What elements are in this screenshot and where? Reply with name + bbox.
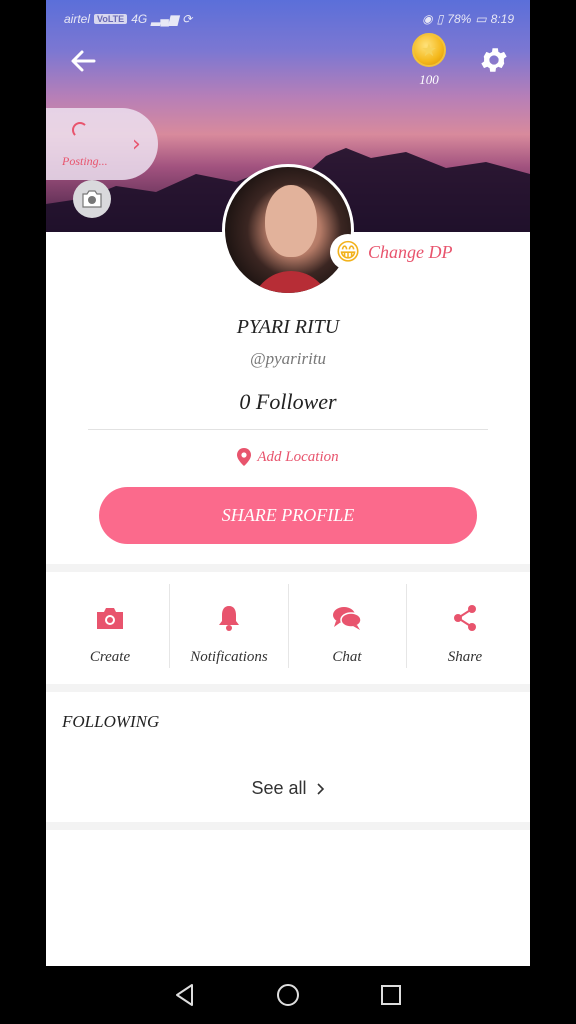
- change-cover-button[interactable]: [73, 180, 111, 218]
- grin-emoji-icon[interactable]: 😁: [330, 234, 366, 270]
- notifications-label: Notifications: [190, 649, 268, 665]
- following-section: FOLLOWING See all: [46, 692, 530, 822]
- divider: [88, 429, 488, 430]
- nav-back-icon[interactable]: [170, 980, 200, 1010]
- following-title: FOLLOWING: [62, 712, 160, 731]
- notifications-action[interactable]: Notifications: [170, 572, 288, 684]
- nav-recents-icon[interactable]: [376, 980, 406, 1010]
- share-label: Share: [447, 649, 483, 665]
- spinner-icon: [72, 122, 88, 138]
- carrier-label: airtel: [64, 12, 91, 26]
- camera-icon: [97, 608, 123, 629]
- empty-area: [46, 830, 530, 966]
- share-profile-button[interactable]: SHARE PROFILE: [99, 487, 477, 544]
- chat-action[interactable]: Chat: [288, 572, 406, 684]
- clock: 8:19: [490, 12, 514, 26]
- nav-home-icon[interactable]: [273, 980, 303, 1010]
- eye-icon: ◉: [422, 12, 433, 26]
- create-action[interactable]: Create: [51, 572, 169, 684]
- location-pin-icon: [237, 448, 252, 466]
- profile-name: PYARI RITU: [236, 316, 340, 338]
- see-all-button[interactable]: See all: [46, 778, 530, 799]
- bell-icon: [219, 606, 239, 631]
- system-nav-bar: [0, 966, 576, 1024]
- volte-badge: VoLTE: [94, 14, 128, 24]
- battery-percent: 78%: [447, 12, 472, 26]
- posting-indicator[interactable]: Posting... ›: [46, 108, 158, 180]
- follower-count[interactable]: 0 Follower: [46, 389, 530, 415]
- status-bar: airtel VoLTE 4G ▂▄▆ ⟳ ◉ ▯ 78% ▭ 8:19: [46, 10, 530, 30]
- chat-icon: [333, 607, 362, 630]
- chevron-right-icon: [316, 782, 324, 795]
- chat-label: Chat: [332, 649, 362, 665]
- change-dp-link[interactable]: Change DP: [368, 242, 453, 263]
- profile-handle: @pyariritu: [249, 349, 327, 368]
- add-location-link[interactable]: Add Location: [46, 448, 530, 466]
- avatar[interactable]: [222, 164, 354, 296]
- posting-label: Posting...: [62, 154, 108, 168]
- network-label: 4G: [131, 12, 148, 26]
- create-label: Create: [89, 649, 131, 665]
- coin-count: 100: [419, 72, 439, 87]
- back-arrow-icon[interactable]: [68, 46, 98, 76]
- profile-screen: airtel VoLTE 4G ▂▄▆ ⟳ ◉ ▯ 78% ▭ 8:19 ★ 1…: [46, 0, 530, 966]
- share-icon: [454, 605, 476, 631]
- coin-icon[interactable]: ★: [412, 33, 446, 67]
- gear-icon[interactable]: [478, 44, 510, 76]
- chevron-right-icon: ›: [132, 132, 141, 157]
- see-all-label: See all: [251, 778, 307, 798]
- camera-icon: [82, 190, 102, 208]
- vibrate-icon: ▯: [436, 12, 444, 26]
- sync-icon: ⟳: [182, 12, 193, 26]
- signal-icon: ▂▄▆: [151, 12, 179, 26]
- battery-icon: ▭: [475, 12, 487, 26]
- action-bar: Create Notifications Chat Share: [46, 572, 530, 684]
- share-action[interactable]: Share: [406, 572, 524, 684]
- location-label: Add Location: [257, 448, 339, 465]
